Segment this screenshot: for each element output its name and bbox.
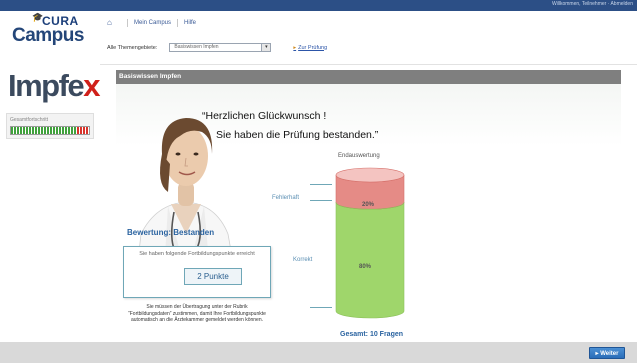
panel-title: Basiswissen Impfen (116, 70, 621, 84)
header-divider (100, 64, 637, 65)
nav-divider (177, 19, 179, 27)
korrekt-value-label: 80% (359, 264, 372, 270)
evaluation-heading: Bewertung: Bestanden (127, 228, 215, 237)
topic-label: Alle Themengebiete: (107, 44, 158, 51)
points-badge: 2 Punkte (184, 268, 242, 285)
fehlerhaft-label: Fehlerhaft (272, 195, 300, 201)
nav-divider (127, 19, 128, 27)
progress-bar-remaining (77, 127, 89, 134)
topic-select-value: Basiswissen Impfen (174, 44, 219, 50)
arrow-right-icon: ▸ (293, 44, 297, 51)
home-icon[interactable]: ⌂ (107, 19, 115, 27)
user-status-text: Willkommen, Teilnehmer · Abmelden (551, 1, 633, 7)
fehlerhaft-value-label: 20% (362, 202, 375, 208)
logo-campus-text: Campus (12, 25, 84, 46)
result-cylinder-chart (334, 167, 406, 319)
fehler-connector-line (310, 200, 332, 201)
cura-campus-logo[interactable]: 🎓 CURA Campus (12, 12, 92, 46)
result-panel: Basiswissen Impfen “Herzlichen Glückwuns… (116, 70, 621, 344)
points-info-box: Sie haben folgende Fortbildungspunkte er… (123, 246, 271, 298)
progress-label: Gesamtfortschritt (10, 117, 49, 123)
overall-progress-box: Gesamtfortschritt (6, 113, 94, 139)
cylinder-top-cap (335, 167, 405, 183)
total-questions: Gesamt: 10 Fragen (340, 331, 404, 338)
chevron-down-icon[interactable]: ▾ (261, 44, 271, 51)
korrekt-segment (335, 202, 405, 319)
nav-mein-campus[interactable]: Mein Campus (134, 20, 171, 26)
weiter-label: Weiter (600, 351, 619, 357)
impfex-logo: Impfex (8, 68, 100, 104)
congrats-line-2: Sie haben die Prüfung bestanden.” (216, 129, 379, 141)
topic-select[interactable]: Basiswissen Impfen ▾ (169, 43, 272, 52)
zur-pruefung-link[interactable]: ▸ Zur Prüfung (293, 45, 327, 51)
fehler-connector-line (310, 184, 332, 185)
main-nav: ⌂ Mein Campus Hilfe (107, 19, 196, 27)
topic-toolbar: Alle Themengebiete: Basiswissen Impfen ▾… (107, 43, 327, 52)
transfer-hint-text: Sie müssen der Übertragung unter der Rub… (128, 304, 266, 323)
nav-hilfe[interactable]: Hilfe (184, 20, 196, 26)
impfex-brand-x: x (83, 68, 100, 103)
korrekt-connector-line (310, 307, 332, 308)
impfex-brand-text: Impfe (8, 68, 85, 103)
weiter-button[interactable]: ▸ Weiter (589, 347, 625, 359)
korrekt-label: Korrekt (293, 257, 313, 263)
zur-pruefung-label: Zur Prüfung (298, 44, 328, 51)
chart-title: Endauswertung (338, 153, 380, 159)
top-bar: Willkommen, Teilnehmer · Abmelden (0, 0, 637, 11)
progress-bar (10, 126, 90, 135)
footer-bar: ▸ Weiter (0, 342, 637, 363)
points-info-text: Sie haben folgende Fortbildungspunkte er… (139, 251, 255, 257)
congrats-line-1: “Herzlichen Glückwunsch ! (202, 110, 327, 122)
